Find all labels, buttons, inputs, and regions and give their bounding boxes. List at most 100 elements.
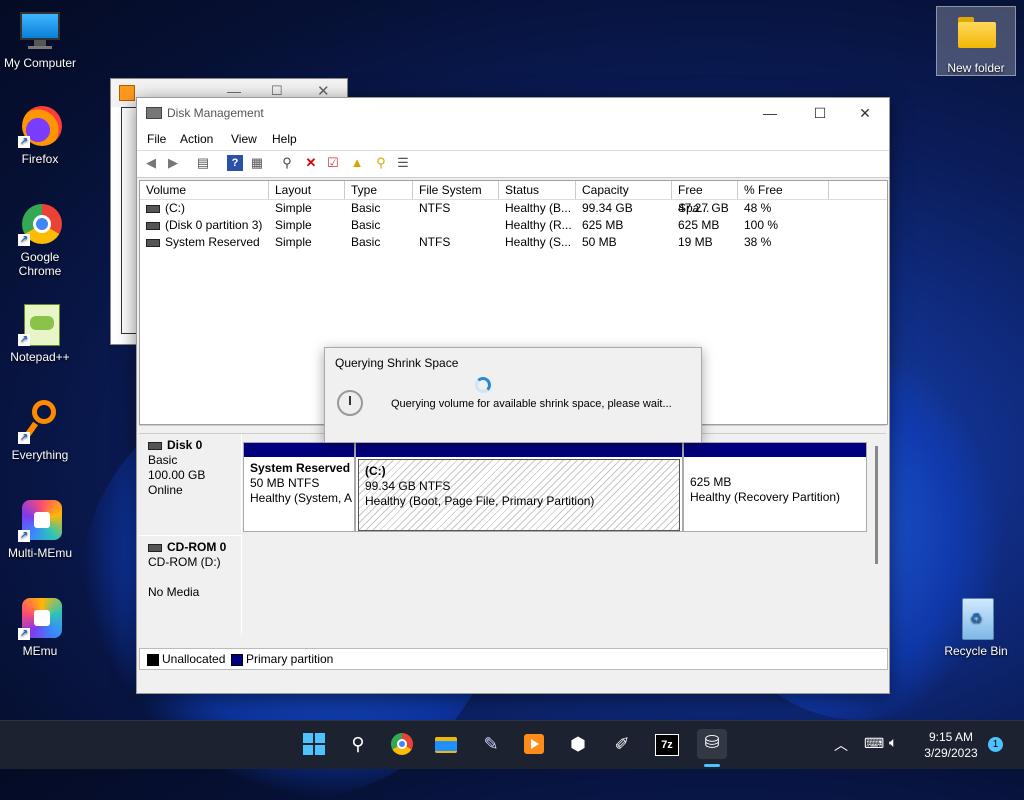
usb-icon[interactable]: ✐ xyxy=(609,731,635,757)
cdrom-0-label[interactable]: CD-ROM 0 CD-ROM (D:) No Media xyxy=(139,535,242,635)
disk-graphical-view: Disk 0 Basic 100.00 GB Online System Res… xyxy=(139,434,886,646)
desktop-icon-recycle-bin[interactable]: ♻ Recycle Bin xyxy=(936,596,1016,658)
cell-volume: (C:) xyxy=(165,201,185,215)
graphical-scrollbar[interactable] xyxy=(875,446,878,564)
col-type[interactable]: Type xyxy=(345,181,413,199)
desktop-icon-multi-memu[interactable]: ↗ Multi-MEmu xyxy=(0,498,80,560)
cell-layout: Simple xyxy=(275,201,312,215)
col-volume[interactable]: Volume xyxy=(140,181,269,199)
desktop-icon-new-folder[interactable]: New folder xyxy=(936,6,1016,76)
chevron-up-icon[interactable]: ︿ xyxy=(834,735,848,755)
desktop-icon-label: Google Chrome xyxy=(18,250,62,278)
multi-memu-icon: ↗ xyxy=(18,498,62,542)
clock-time[interactable]: 9:15 AM xyxy=(918,730,984,744)
disk-0-label[interactable]: Disk 0 Basic 100.00 GB Online xyxy=(139,434,242,532)
cell-status: Healthy (S... xyxy=(505,235,572,249)
monitor-icon xyxy=(18,8,62,52)
clock-icon xyxy=(337,390,363,416)
partition-size: 625 MB xyxy=(690,475,732,489)
cdrom-media: No Media xyxy=(148,585,200,599)
cell-layout: Simple xyxy=(275,218,312,232)
minimize-button[interactable]: — xyxy=(747,98,793,128)
desktop-icon-label: New folder xyxy=(947,61,1005,75)
desktop-icon-chrome[interactable]: ↗ Google Chrome xyxy=(0,202,80,278)
cell-capacity: 99.34 GB xyxy=(582,201,633,215)
table-row[interactable]: System Reserved Simple Basic NTFS Health… xyxy=(140,234,887,251)
col-layout[interactable]: Layout xyxy=(269,181,345,199)
back-arrow-icon[interactable]: ◀ xyxy=(143,155,159,171)
firefox-icon: ↗ xyxy=(18,104,62,148)
table-row[interactable]: (Disk 0 partition 3) Simple Basic Health… xyxy=(140,217,887,234)
close-button[interactable]: ✕ xyxy=(842,98,888,128)
maximize-button[interactable]: ☐ xyxy=(797,98,843,128)
connect-icon[interactable]: ⚲ xyxy=(279,155,295,171)
loading-spinner-icon xyxy=(475,377,491,393)
partition-name: System Reserved xyxy=(250,461,351,475)
folder-icon xyxy=(954,13,998,57)
cell-type: Basic xyxy=(351,201,381,215)
menu-help[interactable]: Help xyxy=(272,132,297,146)
search-icon[interactable]: ⚲ xyxy=(345,731,371,757)
properties-icon[interactable]: ▦ xyxy=(249,155,265,171)
start-windows-icon[interactable] xyxy=(301,731,327,757)
active-indicator xyxy=(704,764,720,767)
file-explorer-icon[interactable] xyxy=(433,731,459,757)
cdrom-name: CD-ROM 0 xyxy=(167,540,227,554)
desktop-icon-label: Recycle Bin xyxy=(944,644,1008,658)
cell-file-system xyxy=(413,217,499,234)
menu-view[interactable]: View xyxy=(231,132,257,146)
desktop-icon-label: MEmu xyxy=(22,644,58,658)
list-view-icon[interactable]: ☰ xyxy=(395,155,411,171)
querying-shrink-dialog[interactable]: Querying Shrink Space Querying volume fo… xyxy=(324,347,702,443)
desktop-icon-notepadpp[interactable]: ↗ Notepad++ xyxy=(0,302,80,364)
drive-icon xyxy=(146,238,160,247)
menu-action[interactable]: Action xyxy=(180,132,213,146)
disk-management-taskbar-icon[interactable]: ⛁ xyxy=(697,729,727,759)
col-percent-free[interactable]: % Free xyxy=(738,181,829,199)
legend-primary: Primary partition xyxy=(246,652,334,666)
desktop-icon-label: Firefox xyxy=(21,152,59,166)
col-file-system[interactable]: File System xyxy=(413,181,499,199)
desktop-icon-firefox[interactable]: ↗ Firefox xyxy=(0,104,80,166)
desktop-icon-label: Notepad++ xyxy=(10,350,70,364)
disk-0-partitions: System Reserved 50 MB NTFS Healthy (Syst… xyxy=(243,442,867,532)
help-icon[interactable]: ? xyxy=(227,155,243,171)
media-player-icon[interactable] xyxy=(521,731,547,757)
partition-c[interactable]: (C:) 99.34 GB NTFS Healthy (Boot, Page F… xyxy=(355,442,683,532)
search-folder-icon[interactable]: ⚲ xyxy=(373,155,389,171)
col-capacity[interactable]: Capacity xyxy=(576,181,672,199)
legend: Unallocated Primary partition xyxy=(139,648,888,670)
partition-recovery[interactable]: 625 MB Healthy (Recovery Partition) xyxy=(683,442,867,532)
disk-management-app-icon xyxy=(146,107,162,119)
notification-badge[interactable]: 1 xyxy=(988,737,1003,752)
desktop-icon-memu[interactable]: ↗ MEmu xyxy=(0,596,80,658)
desktop-icon-everything[interactable]: ↗ Everything xyxy=(0,400,80,462)
cell-capacity: 50 MB xyxy=(582,235,617,249)
col-status[interactable]: Status xyxy=(499,181,576,199)
tools-icon[interactable]: ✎ xyxy=(478,731,504,757)
chrome-taskbar-icon[interactable] xyxy=(389,731,415,757)
check-icon[interactable]: ☑ xyxy=(325,155,341,171)
table-row[interactable]: (C:) Simple Basic NTFS Healthy (B... 99.… xyxy=(140,200,887,217)
disk-name: Disk 0 xyxy=(167,438,203,452)
desktop-icon-my-computer[interactable]: My Computer xyxy=(0,8,80,70)
volume-icon[interactable]: 🔈︎ xyxy=(889,734,897,751)
cell-percent: 48 % xyxy=(744,201,772,215)
network-icon[interactable]: ⌨ xyxy=(864,735,884,752)
partition-size: 50 MB NTFS xyxy=(250,476,320,490)
cdrom-area xyxy=(243,535,867,635)
partition-system-reserved[interactable]: System Reserved 50 MB NTFS Healthy (Syst… xyxy=(243,442,355,532)
delete-icon[interactable]: ✕ xyxy=(303,155,319,171)
clock-date[interactable]: 3/29/2023 xyxy=(918,746,984,760)
desktop-icon-label: My Computer xyxy=(3,56,77,70)
col-free-space[interactable]: Free Spa... xyxy=(672,181,738,215)
7zip-icon[interactable]: 7z xyxy=(653,731,679,757)
forward-arrow-icon[interactable]: ▶ xyxy=(165,155,181,171)
console-tree-icon[interactable]: ▤ xyxy=(195,155,211,171)
partition-name: (C:) xyxy=(365,464,386,478)
folder-up-icon[interactable]: ▲ xyxy=(349,155,365,171)
menu-file[interactable]: File xyxy=(147,132,166,146)
taskbar: ⚲ ✎ ⬢ ✐ 7z ⛁ ︿ ⌨ 🔈︎ 9:15 AM 3/29/2023 1 xyxy=(0,720,1024,769)
package-icon[interactable]: ⬢ xyxy=(565,731,591,757)
window-titlebar[interactable]: Disk Management — ☐ ✕ xyxy=(137,98,889,128)
